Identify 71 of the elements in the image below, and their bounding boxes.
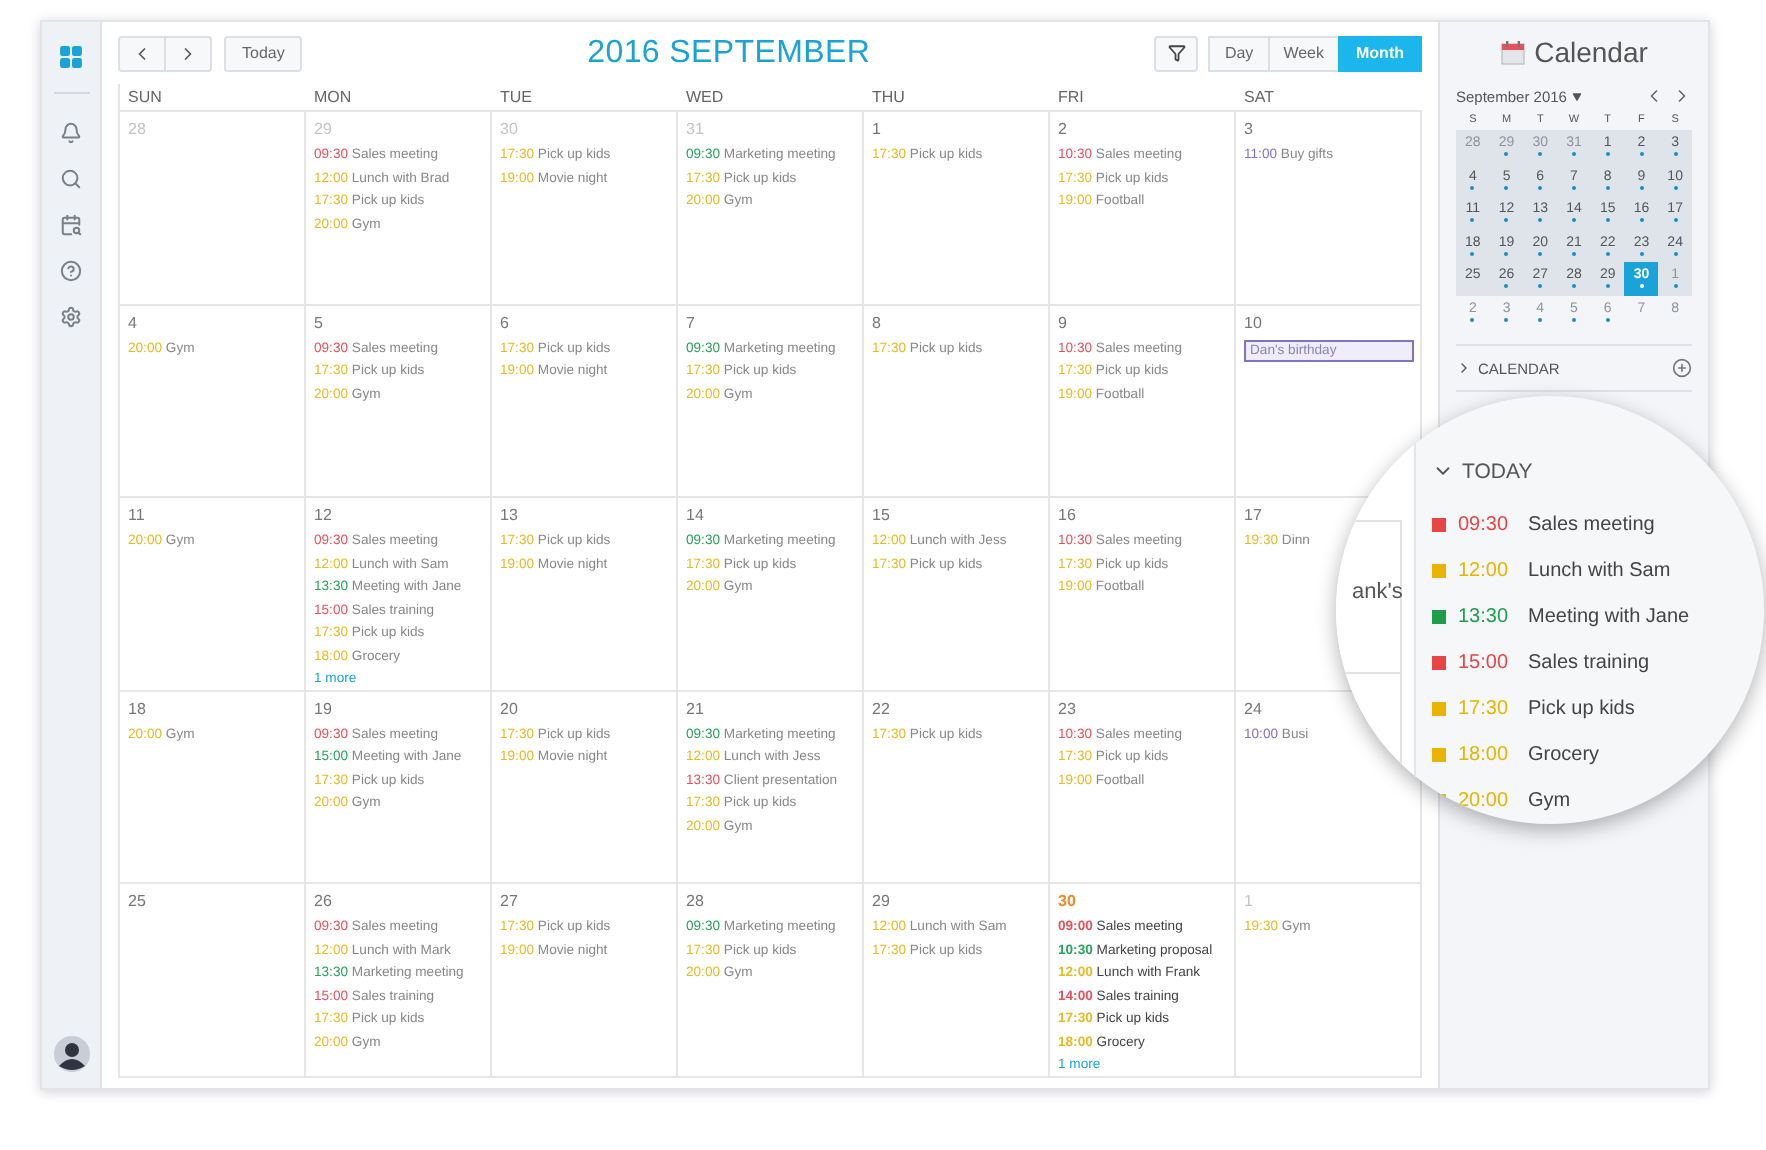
view-tab[interactable]: Week — [1267, 35, 1340, 71]
weekday-label: SUN — [128, 88, 162, 106]
day-number: 15 — [872, 506, 890, 528]
event-title[interactable]: Sales training — [1528, 652, 1650, 675]
day-number: 21 — [686, 699, 704, 721]
add-icon[interactable] — [1672, 358, 1692, 378]
event-time: 20:00 — [1458, 789, 1511, 812]
event-title[interactable]: Sales meeting — [1528, 514, 1655, 537]
day-number: 23 — [1058, 699, 1076, 721]
event-time: 09:30 — [1458, 514, 1511, 537]
day-number: 24 — [1244, 699, 1262, 721]
filter-button[interactable] — [1154, 35, 1199, 71]
month-title: 2016 SEPTEMBER — [585, 35, 873, 71]
day-number: 30 — [500, 120, 518, 142]
day-number: 7 — [686, 313, 695, 335]
magnified-text: ank's — [1352, 580, 1403, 604]
day-number: 13 — [500, 506, 518, 528]
weekday-label: SAT — [1244, 88, 1274, 106]
day-number: 17 — [1244, 506, 1262, 528]
day-number: 12 — [314, 506, 332, 528]
day-number: 3 — [1244, 120, 1253, 142]
day-number: 28 — [128, 120, 146, 142]
view-tab[interactable]: Month — [1338, 35, 1422, 71]
day-number: 9 — [1058, 313, 1067, 335]
day-number: 28 — [686, 892, 704, 914]
day-number: 18 — [128, 699, 146, 721]
event-title[interactable]: Grocery — [1528, 744, 1600, 767]
panel-title: Calendar — [1534, 36, 1648, 68]
day-number: 16 — [1058, 506, 1076, 528]
weekday-label: TUE — [500, 88, 532, 106]
day-number: 25 — [128, 892, 146, 914]
event-time: 13:30 — [1458, 606, 1511, 629]
day-number: 14 — [686, 506, 704, 528]
day-number: 31 — [686, 120, 704, 142]
day-number: 11 — [128, 506, 145, 528]
day-number: 1 — [872, 120, 881, 142]
chevron-icon[interactable] — [1456, 360, 1472, 376]
day-number: 5 — [314, 313, 323, 335]
event-title[interactable]: Lunch with Sam — [1528, 560, 1671, 583]
day-number: 30 — [1058, 892, 1076, 914]
day-number: 22 — [872, 699, 890, 721]
event-title[interactable]: Gym — [1528, 789, 1571, 812]
today-section-header[interactable]: TODAY — [1432, 456, 1533, 487]
event-title[interactable]: Meeting with Jane — [1528, 606, 1690, 629]
day-number: 4 — [128, 313, 137, 335]
day-number: 29 — [872, 892, 890, 914]
day-number: 27 — [500, 892, 518, 914]
day-number: 8 — [872, 313, 881, 335]
calendar-icon — [1500, 39, 1527, 65]
user-avatar[interactable] — [53, 1036, 89, 1072]
event-time: 18:00 — [1458, 744, 1511, 767]
day-number: 1 — [1244, 892, 1253, 914]
day-number: 19 — [314, 699, 332, 721]
event-title[interactable]: Pick up kids — [1528, 698, 1635, 721]
view-tab[interactable]: Day — [1208, 35, 1270, 71]
event-time: 12:00 — [1458, 560, 1511, 583]
weekday-label: THU — [872, 88, 905, 106]
event-time: 15:00 — [1458, 652, 1511, 675]
day-number: 10 — [1244, 313, 1262, 335]
day-number: 26 — [314, 892, 332, 914]
today-button[interactable]: Today — [224, 35, 303, 71]
weekday-label: FRI — [1058, 88, 1084, 106]
caret-icon[interactable] — [1572, 91, 1583, 101]
day-number: 20 — [500, 699, 518, 721]
filter-icon — [1167, 44, 1186, 62]
weekday-label: WED — [686, 88, 724, 106]
event-time: 17:30 — [1458, 698, 1511, 721]
day-number: 6 — [500, 313, 509, 335]
day-number: 2 — [1058, 120, 1067, 142]
weekday-label: MON — [314, 88, 352, 106]
day-number: 29 — [314, 120, 332, 142]
